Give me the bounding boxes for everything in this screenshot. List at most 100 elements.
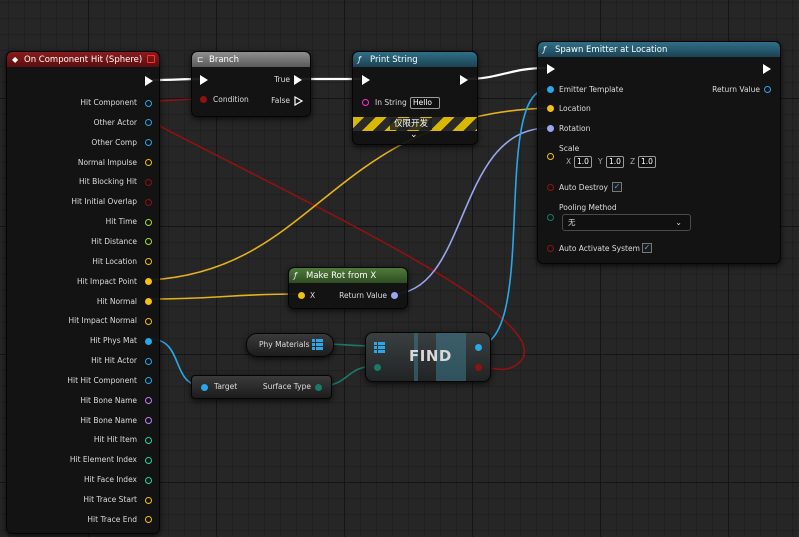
- spawn-auto-destroy-checkbox[interactable]: ✓: [612, 182, 622, 192]
- event-pin[interactable]: [145, 476, 152, 484]
- spawn-auto-activate-pin[interactable]: [547, 245, 554, 252]
- spawn-scale-x-label: X: [566, 157, 572, 166]
- surface-target-pin[interactable]: [201, 384, 208, 391]
- spawn-emitter-template-label: Emitter Template: [559, 85, 624, 94]
- make-rot-return-label: Return Value: [339, 291, 387, 300]
- wire-impact-point-location: [149, 107, 549, 281]
- event-pin-label: Hit Bone Name: [80, 395, 137, 405]
- event-pin[interactable]: [145, 218, 152, 226]
- event-pin[interactable]: [145, 436, 152, 444]
- make-rot-title: Make Rot from X: [306, 271, 377, 281]
- event-pin[interactable]: [145, 456, 152, 464]
- print-string-title: Print String: [370, 55, 418, 65]
- print-exec-in-pin[interactable]: [362, 75, 370, 85]
- find-index-out-pin[interactable]: [475, 344, 482, 351]
- make-rot-x-pin[interactable]: [298, 292, 305, 299]
- event-exec-out-pin[interactable]: [145, 76, 153, 86]
- event-pin[interactable]: [145, 298, 152, 305]
- function-icon: ƒ: [294, 271, 297, 280]
- event-pin[interactable]: [145, 496, 152, 504]
- spawn-scale-x-input[interactable]: 1.0: [574, 156, 592, 168]
- event-pin-label: Hit Trace Start: [83, 495, 137, 504]
- surface-type-out-pin[interactable]: [315, 384, 322, 391]
- spawn-location-pin[interactable]: [547, 105, 554, 112]
- branch-node[interactable]: ⊏ Branch Condition True False: [191, 51, 311, 117]
- event-pin[interactable]: [145, 258, 152, 266]
- phy-materials-node[interactable]: Phy Materials: [246, 333, 334, 357]
- event-pin-label: Hit Time: [105, 217, 137, 227]
- event-pin-label: Hit Impact Point: [77, 276, 137, 286]
- event-pin[interactable]: [145, 377, 152, 385]
- development-only-label: 仅限开发: [390, 118, 433, 130]
- on-component-hit-header[interactable]: ◆ On Component Hit (Sphere): [7, 52, 159, 67]
- event-pin[interactable]: [145, 357, 152, 365]
- spawn-scale-y-label: Y: [598, 157, 603, 166]
- branch-exec-in-pin[interactable]: [200, 75, 208, 85]
- spawn-return-value-pin[interactable]: [764, 86, 771, 93]
- make-rot-from-x-node[interactable]: ƒ Make Rot from X X Return Value: [288, 267, 408, 309]
- expand-chevron-icon[interactable]: ⌄: [410, 130, 418, 140]
- event-pin-label: Hit Bone Name: [80, 415, 137, 425]
- surface-type-node[interactable]: Target Surface Type: [191, 375, 332, 399]
- chevron-down-icon: ⌄: [675, 218, 682, 227]
- spawn-scale-y-input[interactable]: 1.0: [606, 156, 624, 168]
- spawn-auto-destroy-label: Auto Destroy: [559, 183, 608, 192]
- delegate-pin-icon[interactable]: [147, 55, 155, 63]
- event-pin[interactable]: [145, 337, 152, 345]
- spawn-exec-in-pin[interactable]: [547, 64, 555, 74]
- find-found-out-pin[interactable]: [475, 364, 482, 371]
- spawn-auto-activate-checkbox[interactable]: ✓: [642, 243, 652, 253]
- branch-header[interactable]: ⊏ Branch: [192, 52, 310, 67]
- event-diamond-icon: ◆: [12, 55, 19, 64]
- event-pin-label: Hit Trace End: [87, 514, 137, 524]
- print-string-header[interactable]: ƒ Print String: [353, 52, 477, 67]
- print-in-string-label: In String: [375, 98, 407, 107]
- spawn-emitter-header[interactable]: ƒ Spawn Emitter at Location: [538, 42, 780, 57]
- spawn-exec-out-pin[interactable]: [763, 64, 771, 74]
- make-rot-return-pin[interactable]: [391, 292, 398, 299]
- event-pin[interactable]: [145, 317, 152, 325]
- event-pin[interactable]: [145, 99, 152, 107]
- spawn-emitter-node[interactable]: ƒ Spawn Emitter at Location Emitter Templ…: [537, 41, 781, 264]
- print-in-string-pin[interactable]: [362, 99, 369, 106]
- spawn-pooling-method-dropdown[interactable]: 无 ⌄: [562, 214, 691, 231]
- event-pin[interactable]: [145, 178, 152, 186]
- event-pin[interactable]: [145, 198, 152, 206]
- event-pin-label: Hit Impact Normal: [68, 316, 137, 326]
- event-pin[interactable]: [145, 139, 152, 147]
- spawn-pooling-method-pin[interactable]: [547, 214, 554, 221]
- spawn-scale-pin[interactable]: [547, 153, 554, 160]
- print-in-string-input[interactable]: Hello: [410, 97, 440, 109]
- event-pin[interactable]: [145, 397, 152, 405]
- event-pin[interactable]: [145, 238, 152, 246]
- branch-false-pin[interactable]: [294, 96, 303, 106]
- spawn-rotation-label: Rotation: [559, 124, 591, 133]
- spawn-auto-destroy-pin[interactable]: [547, 184, 554, 191]
- event-pin-label: Hit Location: [92, 256, 137, 266]
- branch-condition-label: Condition: [213, 95, 249, 104]
- event-pin[interactable]: [145, 417, 152, 425]
- print-exec-out-pin[interactable]: [460, 75, 468, 85]
- branch-condition-pin[interactable]: [200, 96, 207, 103]
- spawn-scale-label: Scale: [559, 144, 580, 153]
- spawn-emitter-template-pin[interactable]: [547, 86, 554, 93]
- branch-false-label: False: [271, 96, 290, 105]
- event-pin[interactable]: [145, 159, 152, 167]
- branch-true-pin[interactable]: [294, 75, 302, 85]
- event-pin[interactable]: [145, 516, 152, 524]
- event-pin[interactable]: [145, 119, 152, 127]
- print-string-node[interactable]: ƒ Print String In String Hello 仅限开发 ⌄: [352, 51, 478, 145]
- on-component-hit-node[interactable]: ◆ On Component Hit (Sphere) Hit Component…: [6, 51, 160, 534]
- make-rot-x-label: X: [310, 291, 316, 300]
- spawn-scale-z-input[interactable]: 1.0: [638, 156, 656, 168]
- event-pin[interactable]: [145, 278, 152, 286]
- spawn-scale-z-label: Z: [630, 157, 636, 166]
- find-node[interactable]: FIND: [365, 332, 491, 382]
- find-label: FIND: [409, 347, 452, 365]
- array-grid-icon[interactable]: [312, 339, 323, 350]
- find-array-in-icon[interactable]: [374, 342, 385, 353]
- phy-materials-label: Phy Materials: [259, 340, 310, 349]
- make-rot-header[interactable]: ƒ Make Rot from X: [289, 268, 407, 283]
- spawn-rotation-pin[interactable]: [547, 125, 554, 132]
- find-item-in-pin[interactable]: [374, 364, 381, 371]
